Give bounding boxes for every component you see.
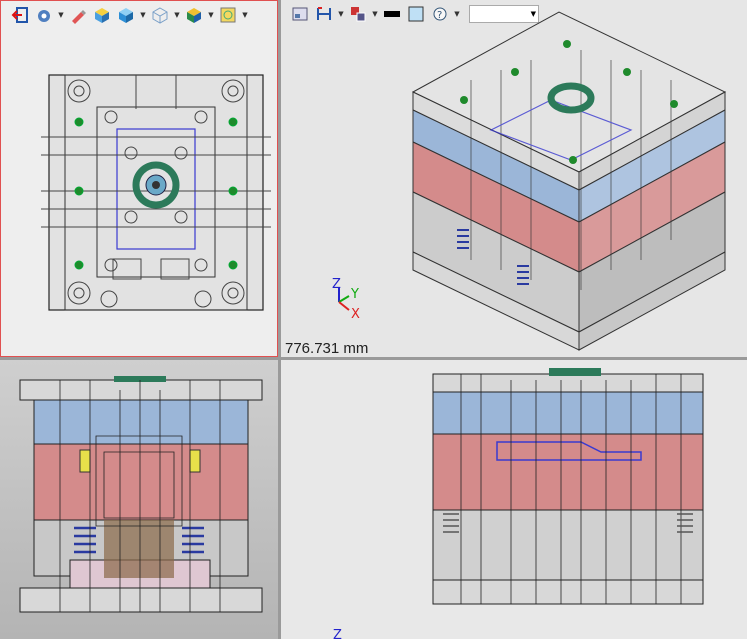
axis-z-label: Z	[333, 628, 342, 639]
box-icon[interactable]	[91, 4, 113, 26]
axis-y-label: Y	[350, 287, 359, 302]
mold-front-view	[19, 376, 263, 613]
cube-shaded-icon[interactable]	[115, 4, 137, 26]
mold-side-view: Z	[333, 368, 704, 639]
viewport-side[interactable]: Z	[281, 360, 747, 639]
axis-x-label: X	[351, 307, 360, 322]
mold-isometric-view: Z Y X	[332, 11, 727, 351]
settings-icon[interactable]	[33, 4, 55, 26]
viewport-divider-horizontal[interactable]	[0, 357, 747, 360]
mold-top-view	[41, 74, 271, 311]
viewport-isometric[interactable]: ▼ ▼ ? ▼ ▼ Z Y X 776.731 mm	[281, 0, 747, 357]
exit-icon[interactable]	[9, 4, 31, 26]
chevron-down-icon[interactable]: ▼	[139, 4, 147, 26]
measurement-readout: 776.731 mm	[285, 340, 369, 357]
viewport-front[interactable]	[0, 360, 278, 639]
edit-tool-icon[interactable]	[67, 4, 89, 26]
axis-z-label: Z	[332, 277, 341, 292]
chevron-down-icon[interactable]: ▼	[173, 4, 181, 26]
viewport-divider-vertical[interactable]	[278, 0, 281, 639]
chevron-down-icon[interactable]: ▼	[207, 4, 215, 26]
chevron-down-icon[interactable]: ▼	[57, 4, 65, 26]
chevron-down-icon[interactable]: ▼	[241, 4, 249, 26]
toolbar-left: ▼ ▼ ▼ ▼ ▼	[1, 1, 249, 29]
display-frame-icon[interactable]	[217, 4, 239, 26]
cube-wireframe-icon[interactable]	[149, 4, 171, 26]
cube-colored-icon[interactable]	[183, 4, 205, 26]
viewport-top[interactable]: ▼ ▼ ▼ ▼ ▼	[0, 0, 278, 357]
